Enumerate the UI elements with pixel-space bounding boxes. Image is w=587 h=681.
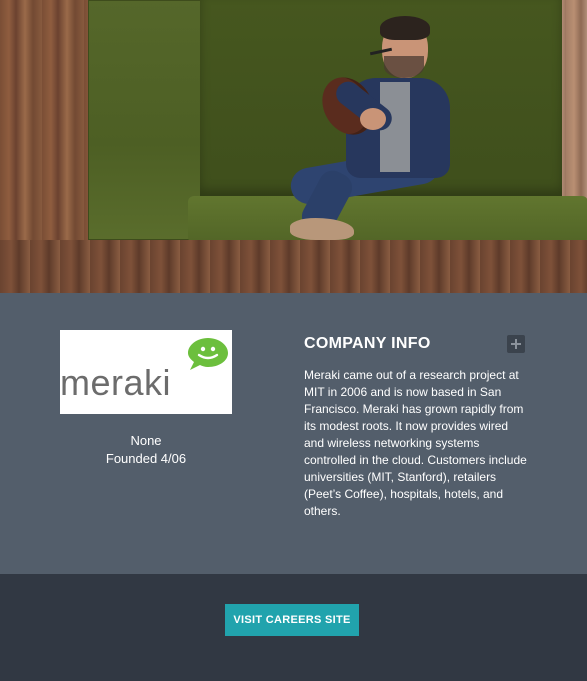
logo-wordmark: meraki <box>60 362 172 403</box>
company-info-title: COMPANY INFO <box>304 335 431 352</box>
founded-date: Founded 4/06 <box>105 451 187 466</box>
hero-photo <box>0 0 587 293</box>
beard <box>384 56 424 78</box>
footer: VISIT CAREERS SITE <box>0 574 587 681</box>
person-figure <box>270 10 460 250</box>
company-description: Meraki came out of a research project at… <box>304 368 527 518</box>
shoe <box>290 218 354 240</box>
company-name: None <box>130 433 162 448</box>
company-info-panel: meraki None Founded 4/06 COMPANY INFO Me… <box>0 293 587 574</box>
hair <box>380 16 430 40</box>
company-logo: meraki <box>60 330 232 414</box>
plus-icon[interactable] <box>507 335 525 353</box>
hand <box>360 108 386 130</box>
speech-bubble-smile-icon <box>186 336 230 372</box>
visit-careers-button[interactable]: VISIT CAREERS SITE <box>225 604 359 636</box>
